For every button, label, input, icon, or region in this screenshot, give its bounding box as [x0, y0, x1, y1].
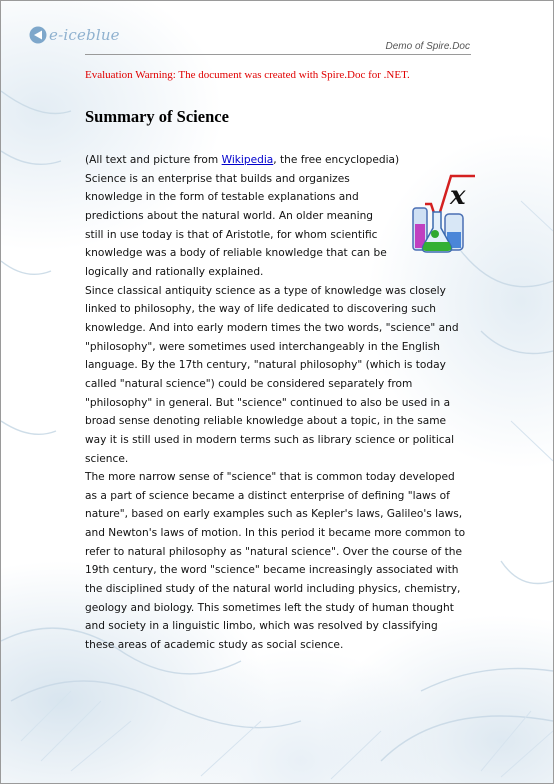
intro-prefix: (All text and picture from — [85, 154, 222, 166]
document-body: (All text and picture from Wikipedia, th… — [85, 151, 475, 655]
header-caption: Demo of Spire.Doc — [385, 41, 470, 52]
formula-symbol: x — [449, 181, 466, 211]
wikipedia-link[interactable]: Wikipedia — [222, 154, 274, 166]
document-title: Summary of Science — [85, 107, 229, 126]
science-flask-formula-icon: x — [412, 174, 475, 253]
paragraph-3: The more narrow sense of "science" that … — [85, 471, 466, 652]
logo-text: e-iceblue — [49, 26, 120, 44]
intro-suffix: , the free encyclopedia) — [273, 154, 400, 166]
paragraph-2: Since classical antiquity science as a t… — [85, 284, 459, 465]
logo-diamond-icon — [29, 26, 47, 44]
document-page: e-iceblue Demo of Spire.Doc Evaluation W… — [0, 0, 554, 784]
eiceblue-logo: e-iceblue — [29, 25, 120, 45]
intro-line: (All text and picture from Wikipedia, th… — [85, 151, 469, 170]
header-divider — [85, 54, 471, 55]
evaluation-warning: Evaluation Warning: The document was cre… — [85, 69, 410, 81]
